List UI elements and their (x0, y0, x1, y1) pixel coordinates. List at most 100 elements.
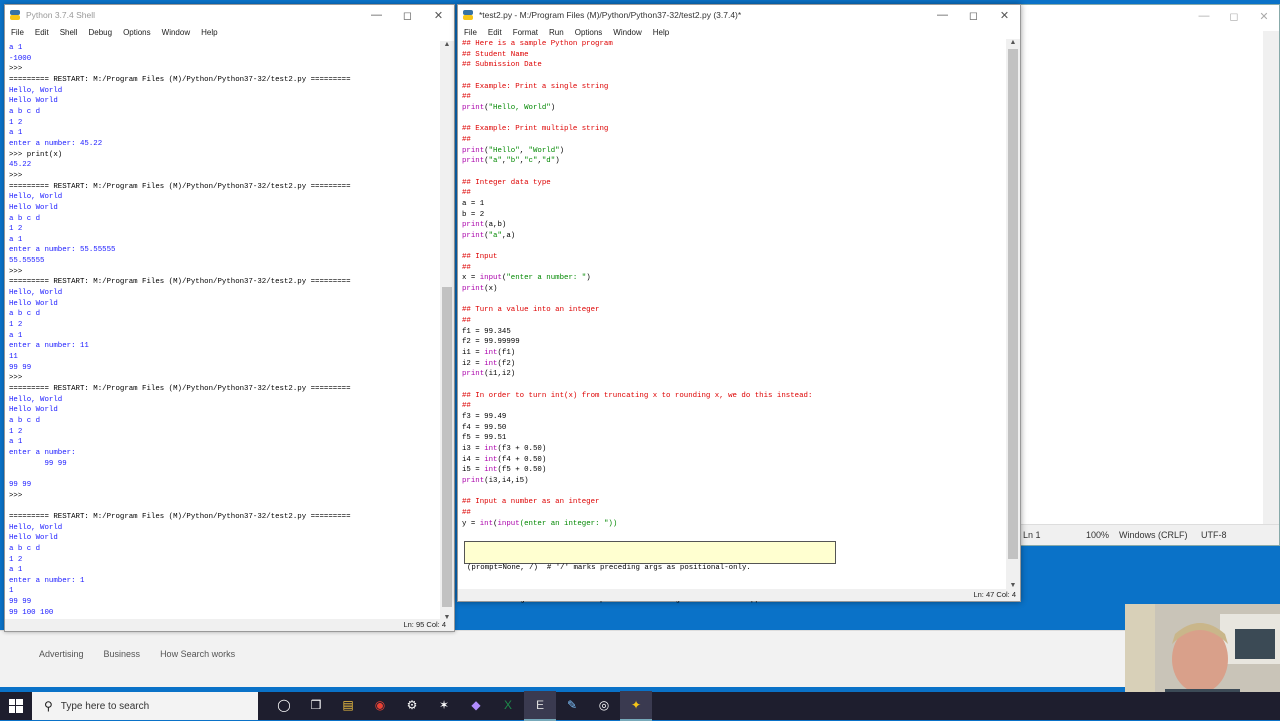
shell-line: Hello, World (9, 86, 63, 95)
shell-output[interactable]: a 1 -1000 >>> ========= RESTART: M:/Progra… (9, 43, 444, 616)
shell-line: 1 2 (9, 427, 23, 436)
code-token: ## (462, 263, 471, 272)
visual-studio-icon[interactable]: ◆ (460, 691, 492, 719)
code-line: f4 = 99.50 (462, 423, 1002, 434)
code-line: f3 = 99.49 (462, 412, 1002, 423)
code-token: (f4 + 0.50) (497, 455, 547, 464)
taskbar-search[interactable]: ⚲ Type here to search (32, 692, 258, 720)
code-line: ## (462, 92, 1002, 103)
notepad-icon[interactable]: ✎ (556, 691, 588, 719)
code-token: ## Example: Print multiple string (462, 125, 609, 134)
shell-line: a 1 (9, 331, 23, 340)
excel-icon[interactable]: X (492, 691, 524, 719)
editor-menubar: File Edit Format Run Options Window Help (458, 25, 1020, 39)
code-token: print (462, 146, 485, 155)
footer-link[interactable]: Business (104, 649, 141, 659)
shell-line: -1000 (9, 54, 32, 63)
code-token: input (497, 519, 520, 528)
search-icon: ⚲ (44, 699, 53, 713)
scroll-up-icon[interactable]: ▲ (440, 41, 454, 48)
code-token: i2 = (462, 359, 485, 368)
scroll-up-icon[interactable]: ▲ (1006, 39, 1020, 46)
shell-line: enter a number: 11 (9, 342, 89, 351)
background-window-scrollbar[interactable] (1263, 31, 1279, 525)
code-line: ## Example: Print a single string (462, 82, 1002, 93)
menu-item-edit[interactable]: Edit (488, 28, 502, 37)
menu-item-file[interactable]: File (464, 28, 477, 37)
menu-item-window[interactable]: Window (162, 28, 190, 37)
epic-games-icon[interactable]: E (524, 691, 556, 721)
task-view-icon[interactable]: ❒ (300, 691, 332, 719)
maximize-icon[interactable]: ◻ (1219, 10, 1249, 23)
code-token: (f2) (497, 359, 516, 368)
code-line: ## (462, 316, 1002, 327)
scroll-thumb[interactable] (1008, 49, 1018, 559)
file-explorer-icon[interactable]: ▤ (332, 691, 364, 719)
code-line: ## Submission Date (462, 60, 1002, 71)
menu-item-options[interactable]: Options (123, 28, 151, 37)
footer-link[interactable]: How Search works (160, 649, 235, 659)
maximize-icon[interactable]: ◻ (392, 9, 423, 22)
menu-item-debug[interactable]: Debug (88, 28, 112, 37)
cortana-icon[interactable]: ◯ (268, 691, 300, 719)
shell-line: 45.22 (9, 161, 32, 170)
code-token: f4 = 99.50 (462, 423, 507, 432)
menu-item-edit[interactable]: Edit (35, 28, 49, 37)
background-window-content[interactable] (1001, 31, 1263, 525)
menu-item-help[interactable]: Help (201, 28, 217, 37)
close-icon[interactable]: ✕ (1249, 10, 1279, 23)
code-token: (i1,i2) (484, 370, 516, 379)
chrome-icon[interactable]: ◉ (364, 691, 396, 719)
shell-scrollbar[interactable]: ▲ ▼ (440, 41, 454, 621)
minimize-icon[interactable]: — (1189, 10, 1219, 22)
editor-cursor-position: Ln: 47 Col: 4 (973, 590, 1016, 599)
code-token: int (484, 444, 498, 453)
code-token: a = 1 (462, 199, 485, 208)
start-button[interactable] (0, 692, 32, 720)
shell-line: ========= RESTART: M:/Program Files (M)/… (9, 278, 351, 287)
code-token: (a,b) (484, 221, 507, 230)
obs-icon[interactable]: ◎ (588, 691, 620, 719)
shell-line: 1 2 (9, 321, 23, 330)
app-icon[interactable]: ✶ (428, 691, 460, 719)
maximize-icon[interactable]: ◻ (958, 9, 989, 22)
steam-icon[interactable]: ⚙ (396, 691, 428, 719)
shell-line: ========= RESTART: M:/Program Files (M)/… (9, 512, 351, 521)
background-window-titlebar: — ◻ ✕ (1001, 5, 1279, 27)
browser-footer-links: Advertising Business How Search works (39, 649, 235, 659)
minimize-icon[interactable]: — (927, 9, 958, 21)
code-editor[interactable]: ## Here is a sample Python program ## Stu… (462, 39, 1002, 589)
menu-item-help[interactable]: Help (653, 28, 669, 37)
shell-line: 11 (9, 353, 18, 362)
code-line: ## In order to turn int(x) from truncati… (462, 391, 1002, 402)
close-icon[interactable]: ✕ (989, 9, 1020, 22)
menu-item-file[interactable]: File (11, 28, 24, 37)
python-icon[interactable]: ✦ (620, 691, 652, 721)
code-line: b = 2 (462, 210, 1002, 221)
close-icon[interactable]: ✕ (423, 9, 454, 22)
editor-scrollbar[interactable]: ▲ ▼ (1006, 39, 1020, 589)
code-line: ## Student Name (462, 50, 1002, 61)
shell-line: 1 2 (9, 555, 23, 564)
scroll-down-icon[interactable]: ▼ (1006, 582, 1020, 589)
menu-item-format[interactable]: Format (513, 28, 538, 37)
shell-line: Hello, World (9, 289, 63, 298)
menu-item-shell[interactable]: Shell (60, 28, 78, 37)
background-window-statusbar: Ln 1 100% Windows (CRLF) UTF-8 (1001, 524, 1279, 545)
menu-item-window[interactable]: Window (613, 28, 641, 37)
menu-item-run[interactable]: Run (549, 28, 564, 37)
code-token: (f1) (497, 349, 516, 358)
python-icon (463, 10, 473, 20)
footer-link[interactable]: Advertising (39, 649, 84, 659)
scroll-thumb[interactable] (442, 287, 452, 607)
minimize-icon[interactable]: — (361, 9, 392, 21)
code-line: i1 = int(f1) (462, 348, 1002, 359)
shell-title: Python 3.7.4 Shell (26, 10, 95, 20)
shell-line: a 1 (9, 438, 23, 447)
menu-item-options[interactable]: Options (575, 28, 603, 37)
code-token: ## (462, 402, 471, 411)
code-token: ## Input (462, 253, 498, 262)
